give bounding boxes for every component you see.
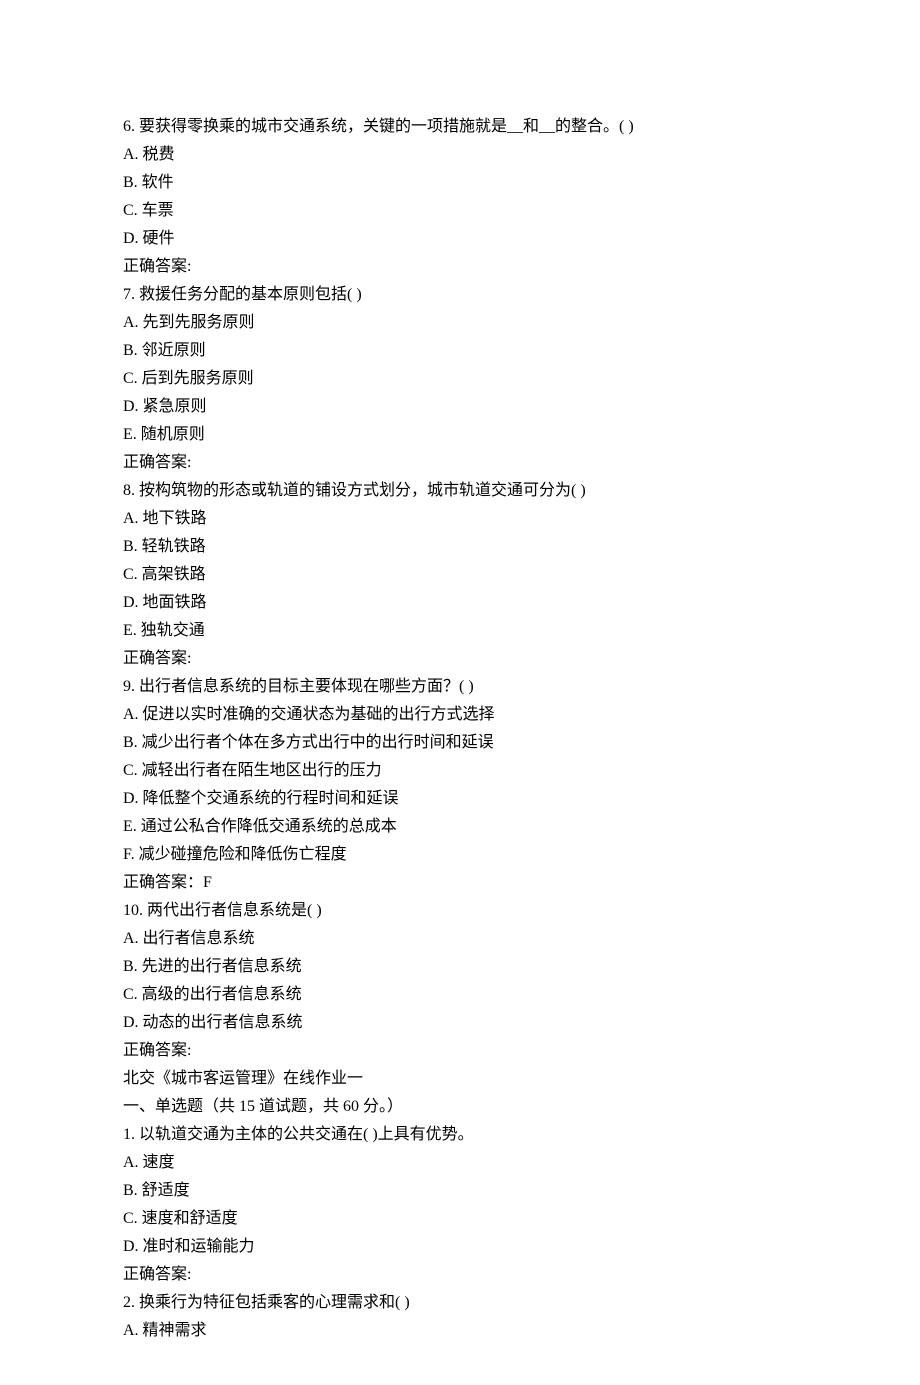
q10-answer: 正确答案: xyxy=(123,1037,797,1065)
q9-option-4: E. 通过公私合作降低交通系统的总成本 xyxy=(123,813,797,841)
q10-option-1: B. 先进的出行者信息系统 xyxy=(123,953,797,981)
q8-stem: 8. 按构筑物的形态或轨道的铺设方式划分，城市轨道交通可分为( ) xyxy=(123,477,797,505)
q6-option-1: B. 软件 xyxy=(123,169,797,197)
q9-option-0: A. 促进以实时准确的交通状态为基础的出行方式选择 xyxy=(123,701,797,729)
q10-option-2: C. 高级的出行者信息系统 xyxy=(123,981,797,1009)
q7-option-3: D. 紧急原则 xyxy=(123,393,797,421)
q7-option-0: A. 先到先服务原则 xyxy=(123,309,797,337)
q6-answer: 正确答案: xyxy=(123,253,797,281)
q9-option-5: F. 减少碰撞危险和降低伤亡程度 xyxy=(123,841,797,869)
q7-option-4: E. 随机原则 xyxy=(123,421,797,449)
q8-option-4: E. 独轨交通 xyxy=(123,617,797,645)
s2-q1-option-0: A. 速度 xyxy=(123,1149,797,1177)
q10-option-3: D. 动态的出行者信息系统 xyxy=(123,1009,797,1037)
q8-option-2: C. 高架铁路 xyxy=(123,561,797,589)
q7-option-1: B. 邻近原则 xyxy=(123,337,797,365)
s2-q1-stem: 1. 以轨道交通为主体的公共交通在( )上具有优势。 xyxy=(123,1121,797,1149)
s2-q2-option-0: A. 精神需求 xyxy=(123,1317,797,1345)
q7-stem: 7. 救援任务分配的基本原则包括( ) xyxy=(123,281,797,309)
s2-q1-option-2: C. 速度和舒适度 xyxy=(123,1205,797,1233)
q9-option-2: C. 减轻出行者在陌生地区出行的压力 xyxy=(123,757,797,785)
q6-option-3: D. 硬件 xyxy=(123,225,797,253)
q6-option-0: A. 税费 xyxy=(123,141,797,169)
q8-option-3: D. 地面铁路 xyxy=(123,589,797,617)
s2-q1-answer: 正确答案: xyxy=(123,1261,797,1289)
q7-option-2: C. 后到先服务原则 xyxy=(123,365,797,393)
s2-q1-option-1: B. 舒适度 xyxy=(123,1177,797,1205)
q8-answer: 正确答案: xyxy=(123,645,797,673)
q9-answer: 正确答案：F xyxy=(123,869,797,897)
q8-option-1: B. 轻轨铁路 xyxy=(123,533,797,561)
q6-stem: 6. 要获得零换乘的城市交通系统，关键的一项措施就是__和__的整合。( ) xyxy=(123,113,797,141)
section2-title: 北交《城市客运管理》在线作业一 xyxy=(123,1065,797,1093)
s2-q1-option-3: D. 准时和运输能力 xyxy=(123,1233,797,1261)
q9-option-3: D. 降低整个交通系统的行程时间和延误 xyxy=(123,785,797,813)
q9-option-1: B. 减少出行者个体在多方式出行中的出行时间和延误 xyxy=(123,729,797,757)
q9-stem: 9. 出行者信息系统的目标主要体现在哪些方面？( ) xyxy=(123,673,797,701)
q8-option-0: A. 地下铁路 xyxy=(123,505,797,533)
s2-q2-stem: 2. 换乘行为特征包括乘客的心理需求和( ) xyxy=(123,1289,797,1317)
section2-subtitle: 一、单选题（共 15 道试题，共 60 分。） xyxy=(123,1093,797,1121)
q6-option-2: C. 车票 xyxy=(123,197,797,225)
q10-option-0: A. 出行者信息系统 xyxy=(123,925,797,953)
q10-stem: 10. 两代出行者信息系统是( ) xyxy=(123,897,797,925)
q7-answer: 正确答案: xyxy=(123,449,797,477)
